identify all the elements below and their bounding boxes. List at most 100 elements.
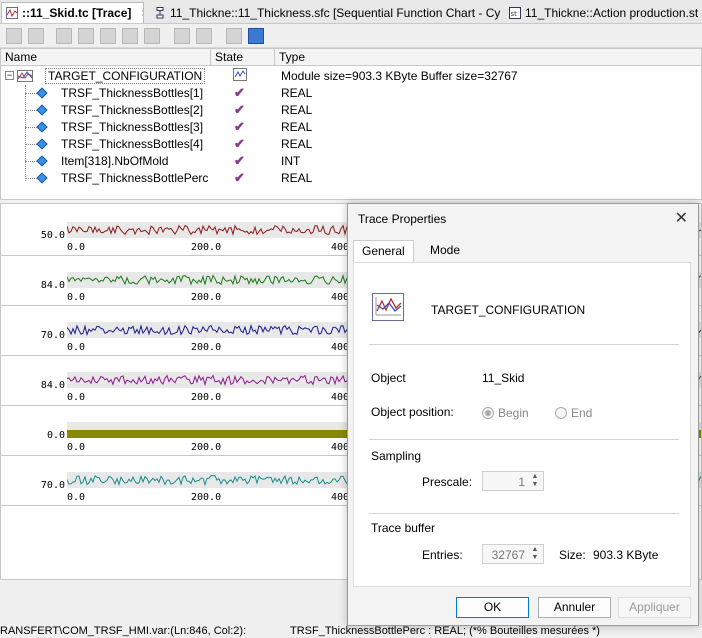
size-label: Size: bbox=[559, 548, 586, 562]
variable-name: TRSF_ThicknessBottles[1] bbox=[61, 86, 204, 100]
trace-config-icon bbox=[17, 70, 33, 85]
toolbar bbox=[0, 24, 702, 48]
variable-icon bbox=[36, 121, 48, 133]
variable-type: REAL bbox=[281, 86, 313, 100]
checkmark-icon: ✔ bbox=[234, 85, 245, 100]
sampling-label: Sampling bbox=[371, 449, 422, 463]
toolbar-button-2-icon[interactable] bbox=[28, 28, 44, 44]
tree-root-type: Module size=903.3 KByte Buffer size=3276… bbox=[281, 69, 518, 83]
toolbar-button-8-icon[interactable] bbox=[174, 28, 190, 44]
close-tab-icon[interactable]: × bbox=[141, 6, 143, 20]
close-icon[interactable]: ✕ bbox=[675, 208, 688, 228]
variable-icon bbox=[36, 138, 48, 150]
trace-x-tick: 0.0 bbox=[67, 342, 86, 353]
toolbar-button-7-icon[interactable] bbox=[144, 28, 160, 44]
dialog-heading: TARGET_CONFIGURATION bbox=[431, 303, 586, 317]
toolbar-button-6-icon[interactable] bbox=[122, 28, 138, 44]
toolbar-button-4-icon[interactable] bbox=[78, 28, 94, 44]
begin-radio[interactable] bbox=[482, 407, 494, 419]
variable-name: Item[318].NbOfMold bbox=[61, 154, 169, 168]
variable-type: REAL bbox=[281, 137, 313, 151]
trace-x-tick: 200.0 bbox=[191, 342, 222, 353]
trace-x-tick: 0.0 bbox=[67, 292, 86, 303]
object-value: 11_Skid bbox=[482, 371, 525, 385]
trace-y-value: 0.0 bbox=[46, 430, 65, 441]
tab-label: 11_Thickne::Action production.st [S bbox=[525, 5, 702, 20]
spinner-arrows-icon[interactable]: ▲ ▼ bbox=[528, 473, 542, 489]
trace-x-tick: 0.0 bbox=[67, 442, 86, 453]
trace-variable-tree: Name State Type − TARGET_CONFIGURATION M… bbox=[0, 48, 702, 200]
object-label: Object bbox=[371, 371, 406, 385]
download-icon[interactable] bbox=[248, 28, 264, 44]
tree-row[interactable]: Item[318].NbOfMold ✔ INT bbox=[1, 153, 701, 170]
tab-label: ::11_Skid.tc [Trace] bbox=[22, 6, 132, 20]
variable-icon bbox=[36, 104, 48, 116]
tab-mode[interactable]: Mode bbox=[422, 240, 468, 262]
prescale-label: Prescale: bbox=[422, 475, 473, 489]
entries-stepper[interactable]: 32767 ▲ ▼ bbox=[482, 544, 544, 564]
checkmark-icon: ✔ bbox=[234, 136, 245, 151]
end-radio[interactable] bbox=[555, 407, 567, 419]
tab-trace[interactable]: ::11_Skid.tc [Trace] × bbox=[1, 2, 144, 23]
trace-y-value: 84.0 bbox=[40, 280, 65, 291]
size-value: 903.3 KByte bbox=[593, 548, 659, 562]
tab-general[interactable]: General bbox=[353, 240, 414, 262]
prescale-stepper[interactable]: 1 ▲ ▼ bbox=[482, 471, 544, 491]
general-panel: TARGET_CONFIGURATION Object 11_Skid Obje… bbox=[353, 262, 691, 587]
variable-name: TRSF_ThicknessBottles[3] bbox=[61, 120, 204, 134]
cancel-button[interactable]: Annuler bbox=[538, 597, 611, 618]
tree-row[interactable]: TRSF_ThicknessBottles[4] ✔ REAL bbox=[1, 136, 701, 153]
column-header-name[interactable]: Name bbox=[1, 49, 211, 66]
dialog-title: Trace Properties bbox=[358, 212, 447, 226]
column-header-type[interactable]: Type bbox=[275, 49, 701, 66]
trace-x-tick: 0.0 bbox=[67, 392, 86, 403]
tree-row[interactable]: TRSF_ThicknessBottlePerc ✔ REAL bbox=[1, 170, 701, 187]
trace-config-icon bbox=[372, 293, 404, 324]
trace-x-tick: 200.0 bbox=[191, 442, 222, 453]
trace-x-tick: 200.0 bbox=[191, 392, 222, 403]
variable-name: TRSF_ThicknessBottlePerc bbox=[61, 171, 209, 185]
object-position-label: Object position: bbox=[371, 405, 454, 419]
checkmark-icon: ✔ bbox=[234, 153, 245, 168]
state-icon bbox=[233, 68, 247, 84]
checkmark-icon: ✔ bbox=[234, 119, 245, 134]
trace-y-value: 70.0 bbox=[40, 480, 65, 491]
variable-type: REAL bbox=[281, 103, 313, 117]
tab-sfc[interactable]: 11_Thickne::11_Thickness.sfc [Sequential… bbox=[150, 2, 500, 23]
trace-x-tick: 200.0 bbox=[191, 242, 222, 253]
toolbar-button-9-icon[interactable] bbox=[196, 28, 212, 44]
toolbar-button-5-icon[interactable] bbox=[100, 28, 116, 44]
trace-x-tick: 200.0 bbox=[191, 492, 222, 503]
variable-icon bbox=[36, 172, 48, 184]
end-label: End bbox=[571, 406, 593, 420]
tree-root-row[interactable]: − TARGET_CONFIGURATION Module size=903.3… bbox=[1, 68, 701, 85]
tree-row[interactable]: TRSF_ThicknessBottles[3] ✔ REAL bbox=[1, 119, 701, 136]
tree-row[interactable]: TRSF_ThicknessBottles[2] ✔ REAL bbox=[1, 102, 701, 119]
trace-icon bbox=[6, 7, 18, 19]
trace-x-tick: 200.0 bbox=[191, 292, 222, 303]
tree-root-name: TARGET_CONFIGURATION bbox=[45, 68, 206, 84]
status-declaration: TRSF_ThicknessBottlePerc : REAL; (*% Bou… bbox=[290, 625, 600, 637]
toolbar-button-10-icon[interactable] bbox=[226, 28, 242, 44]
entries-label: Entries: bbox=[422, 548, 463, 562]
trace-x-tick: 0.0 bbox=[67, 242, 86, 253]
document-tab-bar: ::11_Skid.tc [Trace] × 11_Thickne::11_Th… bbox=[0, 0, 702, 24]
toolbar-button-3-icon[interactable] bbox=[56, 28, 72, 44]
toolbar-button-1-icon[interactable] bbox=[6, 28, 22, 44]
trace-y-value: 70.0 bbox=[40, 330, 65, 341]
ok-button[interactable]: OK bbox=[456, 597, 529, 618]
variable-icon bbox=[36, 87, 48, 99]
column-header-state[interactable]: State bbox=[211, 49, 275, 66]
status-location: RANSFERT\COM_TRSF_HMI.var:(Ln:846, Col:2… bbox=[0, 625, 247, 637]
apply-button[interactable]: Appliquer bbox=[618, 597, 691, 618]
spinner-arrows-icon[interactable]: ▲ ▼ bbox=[528, 546, 542, 562]
trace-buffer-label: Trace buffer bbox=[371, 521, 436, 535]
tab-action[interactable]: st 11_Thickne::Action production.st [S bbox=[505, 2, 702, 23]
begin-label: Begin bbox=[498, 406, 529, 420]
trace-y-value: 84.0 bbox=[40, 380, 65, 391]
variable-icon bbox=[36, 155, 48, 167]
tree-row[interactable]: TRSF_ThicknessBottles[1] ✔ REAL bbox=[1, 85, 701, 102]
svg-text:st: st bbox=[511, 10, 518, 18]
checkmark-icon: ✔ bbox=[234, 170, 245, 185]
collapse-icon[interactable]: − bbox=[5, 71, 14, 80]
